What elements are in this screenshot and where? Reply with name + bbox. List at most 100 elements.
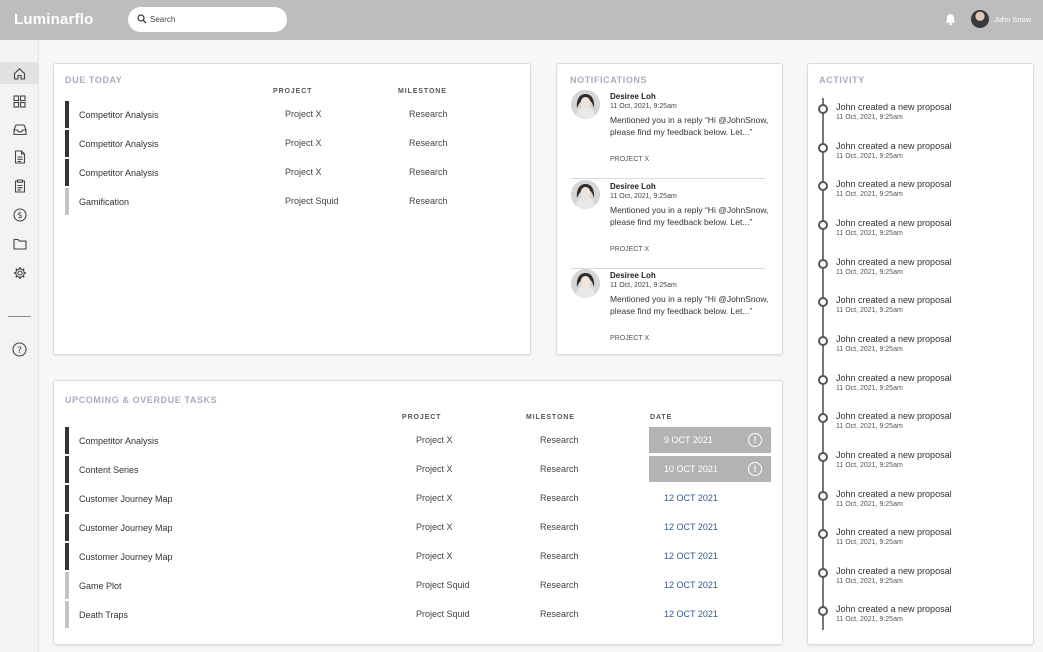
warning-icon: ! — [748, 433, 762, 447]
activity-card: ACTIVITY John created a new proposal 11 O… — [807, 63, 1034, 645]
timeline-dot — [818, 181, 828, 191]
sidebar-item-settings[interactable] — [0, 262, 39, 284]
due-today-milestone-header: MILESTONE — [398, 88, 447, 95]
avatar — [571, 90, 600, 119]
bell-icon[interactable] — [944, 13, 957, 26]
activity-item[interactable]: John created a new proposal 11 Oct, 2021,… — [818, 489, 1018, 519]
sidebar-item-documents[interactable] — [0, 146, 39, 168]
task-date: 12 OCT 2021 — [664, 551, 718, 561]
home-icon — [13, 67, 26, 80]
task-name[interactable]: Competitor Analysis — [79, 436, 159, 446]
task-date-overdue[interactable]: 9 OCT 2021! — [649, 427, 771, 453]
task-date: 12 OCT 2021 — [664, 580, 718, 590]
sidebar-item-folders[interactable] — [0, 233, 39, 255]
activity-item[interactable]: John created a new proposal 11 Oct, 2021,… — [818, 218, 1018, 248]
activity-item[interactable]: John created a new proposal 11 Oct, 2021,… — [818, 566, 1018, 596]
activity-time: 11 Oct, 2021, 9:25am — [836, 269, 903, 276]
task-name[interactable]: Content Series — [79, 465, 139, 475]
activity-item[interactable]: John created a new proposal 11 Oct, 2021,… — [818, 450, 1018, 480]
activity-item[interactable]: John created a new proposal 11 Oct, 2021,… — [818, 179, 1018, 209]
activity-text: John created a new proposal — [836, 527, 952, 537]
task-name[interactable]: Competitor Analysis — [79, 110, 159, 120]
table-row[interactable]: Customer Journey Map Project X Research … — [65, 543, 773, 570]
task-name[interactable]: Game Plot — [79, 581, 122, 591]
task-date-cell: 12 OCT 2021 — [649, 543, 771, 569]
activity-text: John created a new proposal — [836, 334, 952, 344]
table-row[interactable]: Gamification Project Squid Research — [65, 188, 505, 215]
sidebar-item-finance[interactable]: $ — [0, 204, 39, 226]
timeline-dot — [818, 491, 828, 501]
timeline-dot — [818, 413, 828, 423]
sidebar-item-dashboard[interactable] — [0, 90, 39, 112]
activity-item[interactable]: John created a new proposal 11 Oct, 2021,… — [818, 373, 1018, 403]
activity-item[interactable]: John created a new proposal 11 Oct, 2021,… — [818, 295, 1018, 325]
table-row[interactable]: Competitor Analysis Project X Research 9… — [65, 427, 773, 454]
row-accent-bar — [65, 572, 69, 599]
due-today-title: DUE TODAY — [65, 75, 123, 85]
activity-time: 11 Oct, 2021, 9:25am — [836, 230, 903, 237]
task-milestone: Research — [540, 435, 579, 445]
activity-text: John created a new proposal — [836, 141, 952, 151]
task-date-cell: 12 OCT 2021 — [649, 485, 771, 511]
sidebar-item-inbox[interactable] — [0, 118, 39, 140]
task-milestone: Research — [540, 580, 579, 590]
task-project: Project Squid — [285, 196, 339, 206]
search-input[interactable] — [150, 11, 280, 28]
task-project: Project X — [416, 551, 453, 561]
task-date-cell: 12 OCT 2021 — [649, 572, 771, 598]
row-accent-bar — [65, 101, 69, 128]
sidebar-item-help[interactable]: ? — [0, 338, 39, 360]
activity-time: 11 Oct, 2021, 9:25am — [836, 307, 903, 314]
notification-project: PROJECT X — [610, 156, 650, 163]
task-date-overdue[interactable]: 10 OCT 2021! — [649, 456, 771, 482]
task-name[interactable]: Competitor Analysis — [79, 168, 159, 178]
table-row[interactable]: Customer Journey Map Project X Research … — [65, 514, 773, 541]
folder-icon — [12, 238, 27, 250]
table-row[interactable]: Customer Journey Map Project X Research … — [65, 485, 773, 512]
task-name[interactable]: Customer Journey Map — [79, 552, 173, 562]
activity-text: John created a new proposal — [836, 450, 952, 460]
activity-item[interactable]: John created a new proposal 11 Oct, 2021,… — [818, 257, 1018, 287]
activity-text: John created a new proposal — [836, 566, 952, 576]
table-row[interactable]: Competitor Analysis Project X Research — [65, 159, 505, 186]
activity-item[interactable]: John created a new proposal 11 Oct, 2021,… — [818, 102, 1018, 132]
timeline-dot — [818, 529, 828, 539]
activity-item[interactable]: John created a new proposal 11 Oct, 2021,… — [818, 411, 1018, 441]
sidebar-item-tasks[interactable] — [0, 175, 39, 197]
sidebar-divider — [8, 316, 31, 317]
task-name[interactable]: Competitor Analysis — [79, 139, 159, 149]
task-name[interactable]: Gamification — [79, 197, 129, 207]
task-date: 9 OCT 2021 — [664, 435, 713, 445]
activity-item[interactable]: John created a new proposal 11 Oct, 2021,… — [818, 527, 1018, 557]
notification-message: Mentioned you in a reply “Hi @JohnSnow, … — [610, 294, 769, 316]
table-row[interactable]: Content Series Project X Research 10 OCT… — [65, 456, 773, 483]
table-row[interactable]: Competitor Analysis Project X Research — [65, 101, 505, 128]
task-date: 10 OCT 2021 — [664, 464, 718, 474]
task-milestone: Research — [540, 493, 579, 503]
table-row[interactable]: Competitor Analysis Project X Research — [65, 130, 505, 157]
activity-time: 11 Oct, 2021, 9:25am — [836, 385, 903, 392]
sidebar-item-home[interactable] — [0, 62, 39, 84]
activity-item[interactable]: John created a new proposal 11 Oct, 2021,… — [818, 141, 1018, 171]
task-name[interactable]: Customer Journey Map — [79, 494, 173, 504]
timeline-dot — [818, 143, 828, 153]
app-logo[interactable]: Luminarflo — [14, 11, 94, 28]
table-row[interactable]: Death Traps Project Squid Research 12 OC… — [65, 601, 773, 628]
upcoming-tasks-card: UPCOMING & OVERDUE TASKS PROJECT MILESTO… — [53, 380, 783, 645]
notification-item[interactable]: Desiree Loh 11 Oct, 2021, 9:25am Mention… — [571, 269, 768, 358]
user-name[interactable]: John Snow — [994, 15, 1031, 24]
activity-time: 11 Oct, 2021, 9:25am — [836, 191, 903, 198]
avatar[interactable] — [971, 10, 989, 28]
activity-text: John created a new proposal — [836, 604, 952, 614]
table-row[interactable]: Game Plot Project Squid Research 12 OCT … — [65, 572, 773, 599]
help-icon: ? — [12, 341, 27, 357]
notification-item[interactable]: Desiree Loh 11 Oct, 2021, 9:25am Mention… — [571, 180, 768, 269]
activity-item[interactable]: John created a new proposal 11 Oct, 2021,… — [818, 604, 1018, 634]
task-name[interactable]: Customer Journey Map — [79, 523, 173, 533]
activity-item[interactable]: John created a new proposal 11 Oct, 2021,… — [818, 334, 1018, 364]
search-box[interactable] — [128, 7, 287, 32]
upcoming-title: UPCOMING & OVERDUE TASKS — [65, 395, 218, 405]
task-milestone: Research — [409, 109, 448, 119]
notification-item[interactable]: Desiree Loh 11 Oct, 2021, 9:25am Mention… — [571, 90, 768, 179]
task-name[interactable]: Death Traps — [79, 610, 128, 620]
